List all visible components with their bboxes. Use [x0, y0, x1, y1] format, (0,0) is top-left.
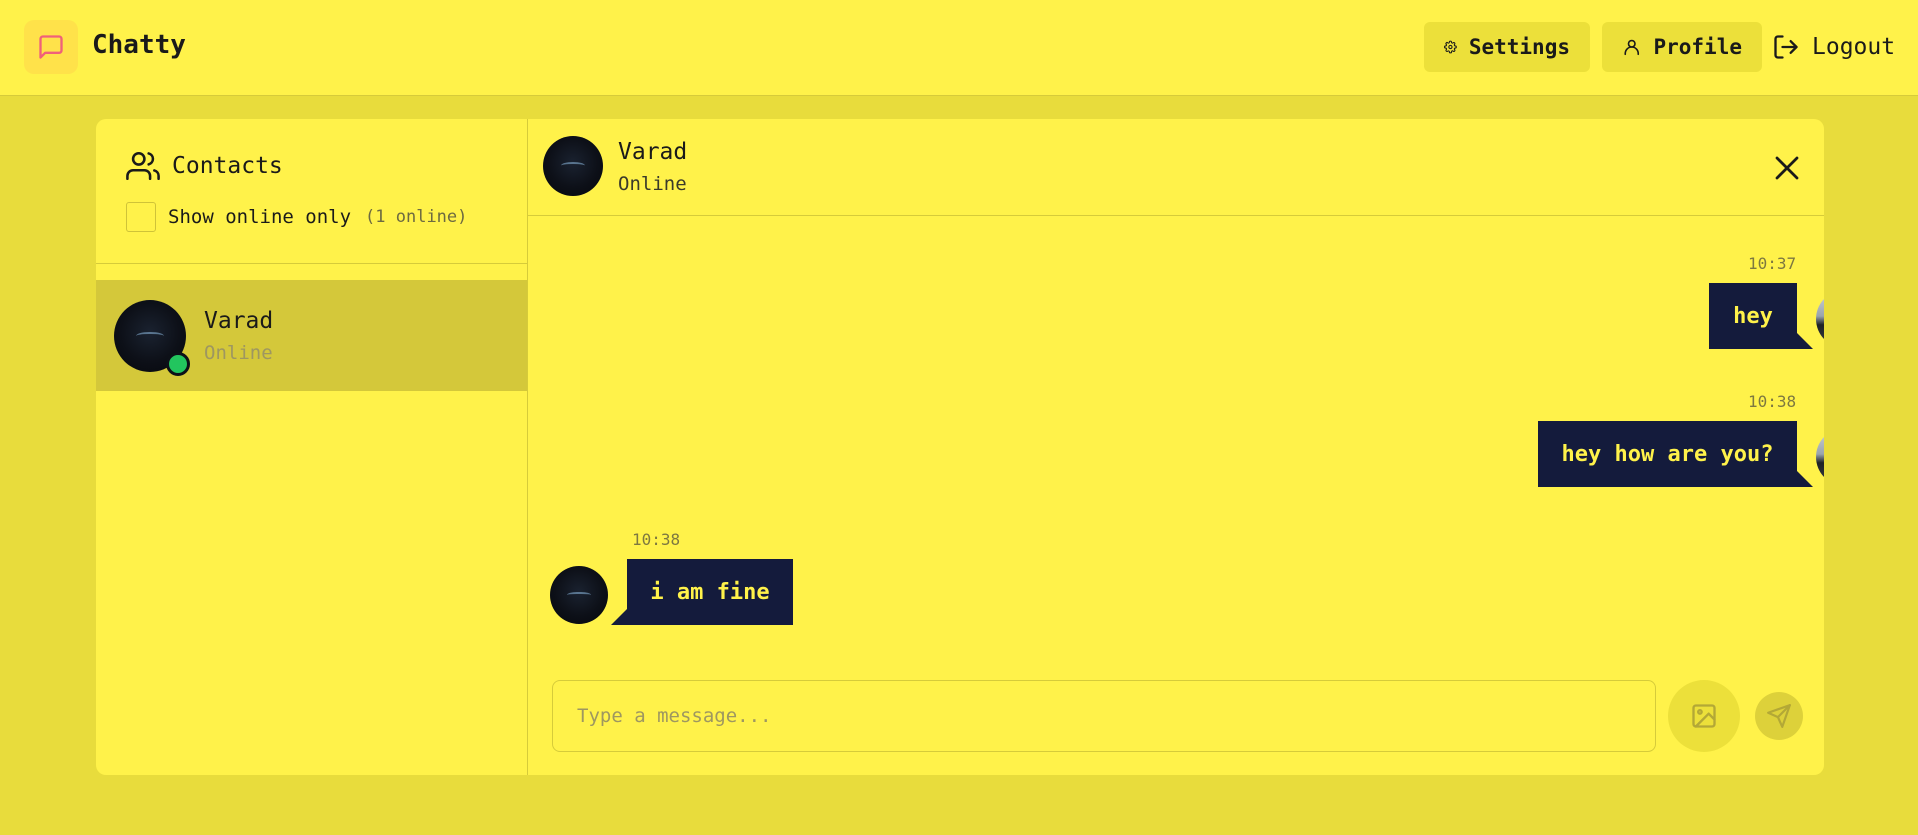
message-time: 10:37 — [1748, 254, 1797, 273]
chat-container: Contacts Show online only (1 online) Var… — [96, 119, 1824, 775]
users-icon — [126, 151, 160, 181]
contacts-sidebar: Contacts Show online only (1 online) Var… — [96, 119, 528, 775]
app-title[interactable]: Chatty — [92, 30, 186, 60]
chat-contact-name: Varad — [618, 139, 688, 165]
send-button[interactable] — [1755, 692, 1803, 740]
message-input[interactable] — [552, 680, 1656, 752]
top-navbar: Chatty Settings Profile Logout — [0, 0, 1918, 96]
attach-image-button[interactable] — [1668, 680, 1740, 752]
image-icon — [1692, 704, 1716, 728]
logout-label: Logout — [1812, 34, 1896, 60]
profile-label: Profile — [1653, 35, 1742, 59]
chat-header: Varad Online — [528, 119, 1824, 216]
online-filter: Show online only (1 online) — [126, 202, 467, 232]
online-count: (1 online) — [365, 207, 468, 227]
show-online-label[interactable]: Show online only — [168, 206, 351, 228]
logo-box[interactable] — [24, 20, 78, 74]
message-bubble-sent: hey — [1709, 283, 1813, 349]
contacts-header: Contacts — [126, 149, 283, 183]
message-time: 10:38 — [632, 530, 681, 549]
chat-contact-avatar — [543, 136, 603, 196]
contact-name: Varad — [204, 308, 274, 334]
settings-button[interactable]: Settings — [1424, 22, 1590, 72]
contact-item[interactable]: Varad Online — [96, 280, 527, 391]
message-time: 10:38 — [1748, 392, 1797, 411]
contact-status: Online — [204, 342, 273, 364]
message-square-icon — [39, 35, 63, 59]
online-status-dot — [166, 352, 190, 376]
show-online-checkbox[interactable] — [126, 202, 156, 232]
logout-icon — [1774, 35, 1798, 59]
gear-icon — [1444, 40, 1457, 54]
chat-pane: Varad Online 10:37 hey 10:38 hey how are… — [528, 119, 1824, 775]
contacts-title: Contacts — [172, 153, 283, 179]
sidebar-divider — [96, 263, 528, 264]
user-icon — [1624, 39, 1640, 56]
send-icon — [1767, 704, 1791, 728]
chat-contact-status: Online — [618, 173, 687, 195]
message-bubble-sent: hey how are you? — [1538, 421, 1813, 487]
contact-message-avatar — [550, 566, 608, 624]
profile-button[interactable]: Profile — [1602, 22, 1762, 72]
close-icon[interactable] — [1772, 153, 1802, 183]
settings-label: Settings — [1468, 35, 1570, 59]
message-bubble-received: i am fine — [611, 559, 793, 625]
own-avatar — [1816, 428, 1824, 486]
own-avatar — [1816, 290, 1824, 348]
logout-button[interactable]: Logout — [1772, 22, 1895, 72]
